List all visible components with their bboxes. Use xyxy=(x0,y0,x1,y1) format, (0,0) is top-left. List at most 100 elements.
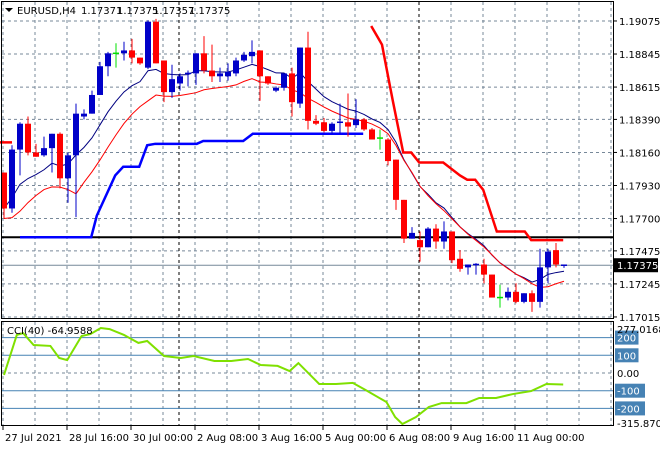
candle-body xyxy=(241,54,247,61)
candle-body xyxy=(169,79,175,93)
candle-body xyxy=(121,50,127,54)
cci-level-label: -200 xyxy=(617,404,640,415)
candle-body xyxy=(17,123,23,150)
cci-label: CCI(40) -64.9588 xyxy=(7,326,93,337)
candle-body xyxy=(401,199,407,239)
cci-zero-label: 0.00 xyxy=(617,369,639,380)
candle-body xyxy=(537,267,543,302)
candle-body xyxy=(193,53,199,74)
candle-body xyxy=(73,113,79,156)
price-axis-label: 1.19075 xyxy=(619,17,660,28)
time-axis-label: 9 Aug 16:00 xyxy=(453,433,514,444)
candle-body xyxy=(449,231,455,261)
price-axis-label: 1.17700 xyxy=(619,215,660,226)
time-axis-label: 28 Jul 16:00 xyxy=(69,433,129,444)
candle-body xyxy=(361,119,367,130)
cci-min-label: -315.8706 xyxy=(617,419,660,430)
current-price-label: 1.17375 xyxy=(617,261,658,272)
candle-body xyxy=(305,47,311,121)
symbol-label: EURUSD,H4 xyxy=(17,6,76,17)
cci-level-label: -100 xyxy=(617,387,640,398)
price-chart[interactable]: 1.19075 1.18845 1.18615 1.18390 1.18160 1.179… xyxy=(0,0,660,450)
price-axis-label: 1.17475 xyxy=(619,247,660,258)
candle xyxy=(489,274,495,298)
candle-body xyxy=(409,232,415,239)
candle-body xyxy=(441,231,447,242)
candle-body xyxy=(249,51,255,57)
candle-body xyxy=(513,291,519,302)
candle-body xyxy=(425,228,431,248)
candle-body xyxy=(209,70,215,77)
candle-body xyxy=(137,57,143,64)
candle-body xyxy=(465,264,471,268)
candle xyxy=(425,227,431,248)
candle-body xyxy=(33,152,39,157)
cci-level-label: 100 xyxy=(617,351,636,362)
candle-body xyxy=(329,123,335,131)
candle xyxy=(97,61,103,95)
time-axis-label: 11 Aug 00:00 xyxy=(517,433,584,444)
candle-body xyxy=(353,119,359,126)
candle-body xyxy=(545,251,551,268)
candle-body xyxy=(529,293,535,302)
candle-body xyxy=(57,133,63,179)
chart-title: EURUSD,H4 1.17371 1.17375 1.17357 1.1737… xyxy=(5,6,230,17)
candle-body xyxy=(481,264,487,275)
candle-body xyxy=(161,60,167,93)
time-axis-label: 5 Aug 00:00 xyxy=(325,433,386,444)
price-axis-label: 1.18615 xyxy=(619,83,660,94)
candle-body xyxy=(177,76,183,84)
candle-body xyxy=(201,53,207,71)
time-axis-label: 27 Jul 2021 xyxy=(5,433,62,444)
candle-body xyxy=(41,148,47,156)
price-axis-label: 1.18845 xyxy=(619,50,660,61)
candle-body xyxy=(9,149,15,209)
candle-body xyxy=(289,73,295,103)
cci-max-label: 277.0168 xyxy=(617,325,660,336)
time-axis-label: 3 Aug 16:00 xyxy=(261,433,322,444)
price-axis-label: 1.17245 xyxy=(619,280,660,291)
candle-body xyxy=(97,66,103,95)
candle-body xyxy=(313,120,319,124)
candle-body xyxy=(281,73,287,88)
candle-body xyxy=(457,258,463,269)
candle-body xyxy=(505,291,511,298)
candle-body xyxy=(553,250,559,265)
candle-body xyxy=(65,155,71,179)
candle-body xyxy=(385,139,391,162)
candle-body xyxy=(393,159,399,200)
candle-body xyxy=(233,60,239,74)
candle-body xyxy=(217,73,223,77)
candle-body xyxy=(369,129,375,140)
candle-body xyxy=(105,53,111,67)
candle-body xyxy=(25,123,31,153)
candle-body xyxy=(297,47,303,104)
candle-body xyxy=(321,122,327,131)
time-axis-label: 2 Aug 08:00 xyxy=(197,433,258,444)
candle-body xyxy=(257,50,263,77)
price-axis-label: 1.18160 xyxy=(619,148,660,159)
candle-body xyxy=(489,274,495,298)
candle xyxy=(153,18,159,64)
candle xyxy=(521,293,527,304)
candle xyxy=(361,117,367,131)
candle xyxy=(145,20,151,70)
candle xyxy=(369,128,375,140)
candle-body xyxy=(273,87,279,91)
price-axis-label: 1.18390 xyxy=(619,115,660,126)
candle-body xyxy=(153,21,159,64)
price-axis-label: 1.17930 xyxy=(619,181,660,192)
candle-body xyxy=(345,122,351,127)
candle-body xyxy=(49,133,55,149)
candle-body xyxy=(521,293,527,302)
candle-body xyxy=(417,240,423,248)
candle xyxy=(297,47,303,108)
candle-body xyxy=(265,76,271,84)
candle-body xyxy=(145,21,151,68)
candle xyxy=(449,231,455,264)
close-value: 1.17375 xyxy=(189,6,230,17)
candle-body xyxy=(225,71,231,77)
candle xyxy=(401,199,407,243)
candle-body xyxy=(433,228,439,242)
candle xyxy=(9,145,15,213)
